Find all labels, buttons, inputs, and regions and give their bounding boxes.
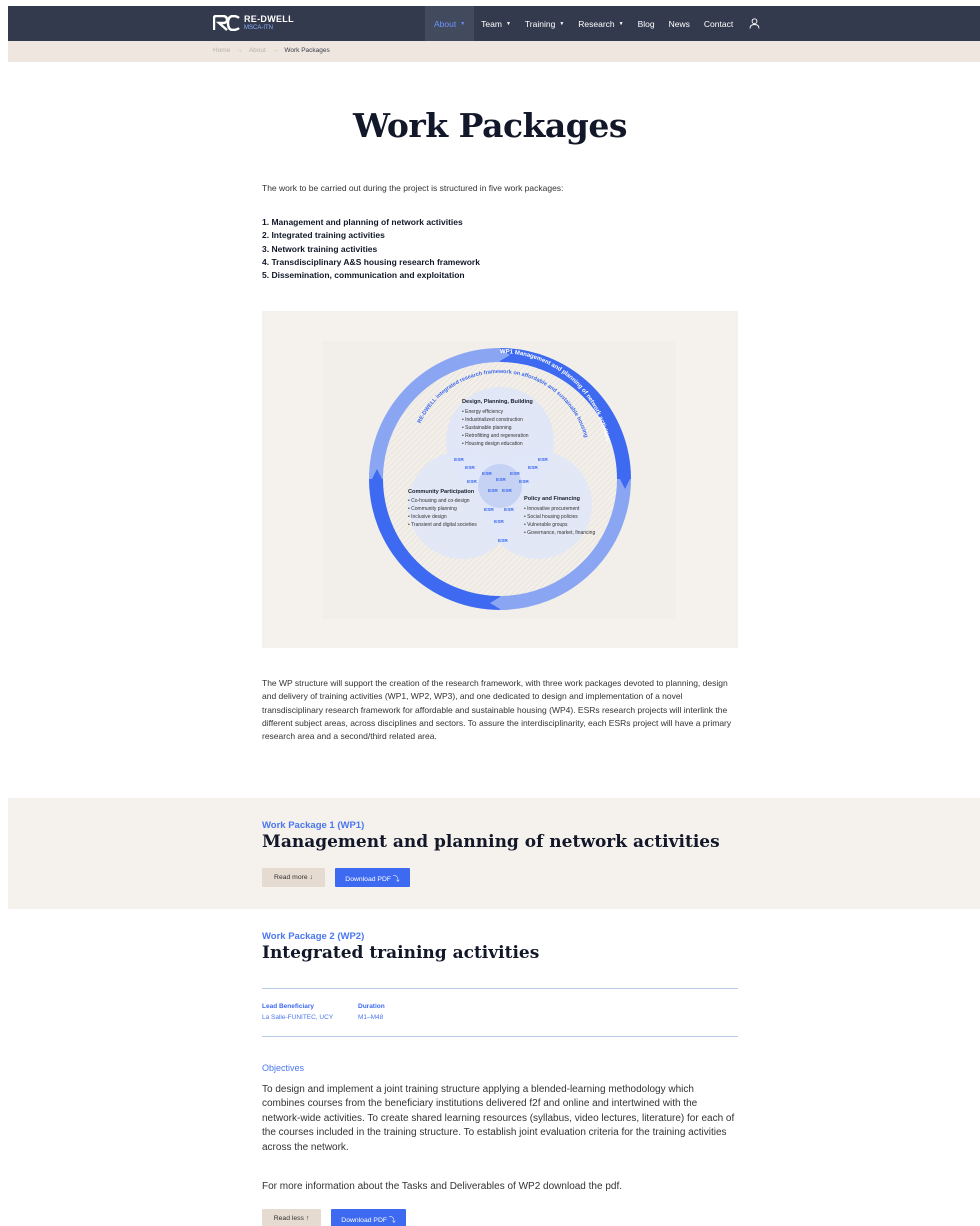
esr-label: ESR [498,538,508,544]
esr-label: ESR [519,479,529,485]
diagram-item: • Social housing policies [524,514,578,520]
breadcrumb-current: Work Packages [284,47,330,54]
menu-item-blog[interactable]: Blog [631,6,662,41]
top-nav: RE-DWELL MSCA-ITN About ▼ Team ▼ Training ▼… [8,6,980,41]
logo-subtitle: MSCA-ITN [244,25,273,31]
duration-label: Duration [358,1003,385,1010]
menu-label: Research [578,18,615,29]
esr-label: ESR [496,477,506,483]
diagram-item: • Community planning [408,506,457,512]
wp1-download-pdf-button[interactable]: Download PDF ⤵ [335,868,410,887]
diagram-item: • Industrialized construction [462,417,523,423]
wp1-kicker: Work Package 1 (WP1) [262,820,365,831]
list-item: 2. Integrated training activities [262,230,385,241]
esr-label: ESR [504,507,514,513]
diagram-item: • Transient and digital societies [408,522,477,528]
caret-down-icon: ▼ [460,20,466,27]
wp2-title: Integrated training activities [262,943,540,963]
breadcrumb-bar: Home → About → Work Packages [8,41,980,62]
breadcrumb-separator: → [271,47,279,54]
esr-label: ESR [454,457,464,463]
circle-title-community: Community Participation [408,489,475,495]
circle-title-policy: Policy and Financing [524,496,581,502]
diagram-item: • Co-housing and co-design [408,498,470,504]
wp1-section [8,798,980,909]
menu-label: About [434,18,457,29]
list-item: 1. Management and planning of network ac… [262,217,463,227]
lead-beneficiary-label: Lead Beneficiary [262,1003,315,1010]
breadcrumb-about[interactable]: About [249,47,266,54]
diagram-item: • Sustainable planning [462,425,512,431]
esr-label: ESR [467,479,477,485]
wp1-read-more-button[interactable]: Read more ↓ [262,868,325,887]
esr-label: ESR [494,519,504,525]
menu-label: Contact [703,18,734,29]
menu-item-contact[interactable]: Contact [697,6,740,41]
diagram-item: • Housing design education [462,441,523,447]
diagram-item: • Governance, market, financing [524,530,595,536]
diagram-item: • Innovative procurement [524,506,580,512]
breadcrumb-home[interactable]: Home [213,47,230,54]
structure-paragraph: The WP structure will support the creati… [262,678,732,742]
esr-label: ESR [502,488,512,494]
divider [262,988,738,989]
lead-beneficiary-value: La Salle-FUNITEC, UCY [262,1014,334,1021]
menu-item-about[interactable]: About ▼ [425,6,475,41]
menu-item-training[interactable]: Training ▼ [518,6,571,41]
menu-label: Blog [637,18,655,29]
duration-value: M1–M48 [358,1014,384,1021]
more-info-text: For more information about the Tasks and… [262,1181,623,1192]
main-menu: About ▼ Team ▼ Training ▼ Research ▼ Blog Ne… [425,6,764,41]
breadcrumb: Home → About → Work Packages [213,47,330,54]
diagram-item: • Vulnerable groups [524,522,568,528]
wp2-read-less-button[interactable]: Read less ↑ [262,1209,321,1226]
esr-label: ESR [510,471,520,477]
circle-title-design: Design, Planning, Building [462,399,533,405]
wp2-kicker: Work Package 2 (WP2) [262,931,365,942]
objectives-text: To design and implement a joint training… [262,1084,735,1153]
esr-label: ESR [488,488,498,494]
list-item: 5. Dissemination, communication and expl… [262,270,465,281]
work-package-list: 1. Management and planning of network ac… [262,216,480,282]
caret-down-icon: ▼ [505,20,511,27]
diagram-item: • Energy efficiency [462,409,504,415]
list-item: 4. Transdisciplinary A&S housing researc… [262,256,480,267]
esr-label: ESR [528,465,538,471]
logo[interactable]: RE-DWELL MSCA-ITN [213,15,294,31]
caret-down-icon: ▼ [618,20,624,27]
menu-label: News [668,18,690,29]
esr-label: ESR [465,465,475,471]
menu-item-news[interactable]: News [662,6,697,41]
user-icon[interactable] [744,14,764,34]
objectives-label: Objectives [262,1063,305,1073]
wp2-download-pdf-button[interactable]: Download PDF ⤵ [331,1209,406,1226]
diagram-item: • Retrofitting and regeneration [462,433,529,439]
esr-label: ESR [538,457,548,463]
intro-text: The work to be carried out during the pr… [262,183,564,193]
page-title: Work Packages [353,106,627,145]
diagram-panel: WP1 Management and planning of network a… [262,311,738,648]
menu-label: Team [481,18,502,29]
esr-label: ESR [482,471,492,477]
caret-down-icon: ▼ [559,20,565,27]
menu-item-team[interactable]: Team ▼ [474,6,518,41]
wp1-title: Management and planning of network activ… [262,832,720,852]
circle-overlap [478,464,522,508]
logo-name: RE-DWELL [244,14,294,24]
menu-label: Training [524,18,556,29]
work-package-diagram: WP1 Management and planning of network a… [369,348,631,610]
diagram-item: • Inclusive design [408,514,447,520]
esr-label: ESR [484,507,494,513]
logo-mark-icon [213,15,240,31]
breadcrumb-separator: → [236,47,243,54]
list-item: 3. Network training activities [262,243,378,254]
menu-item-research[interactable]: Research ▼ [571,6,630,41]
divider [262,1036,738,1037]
